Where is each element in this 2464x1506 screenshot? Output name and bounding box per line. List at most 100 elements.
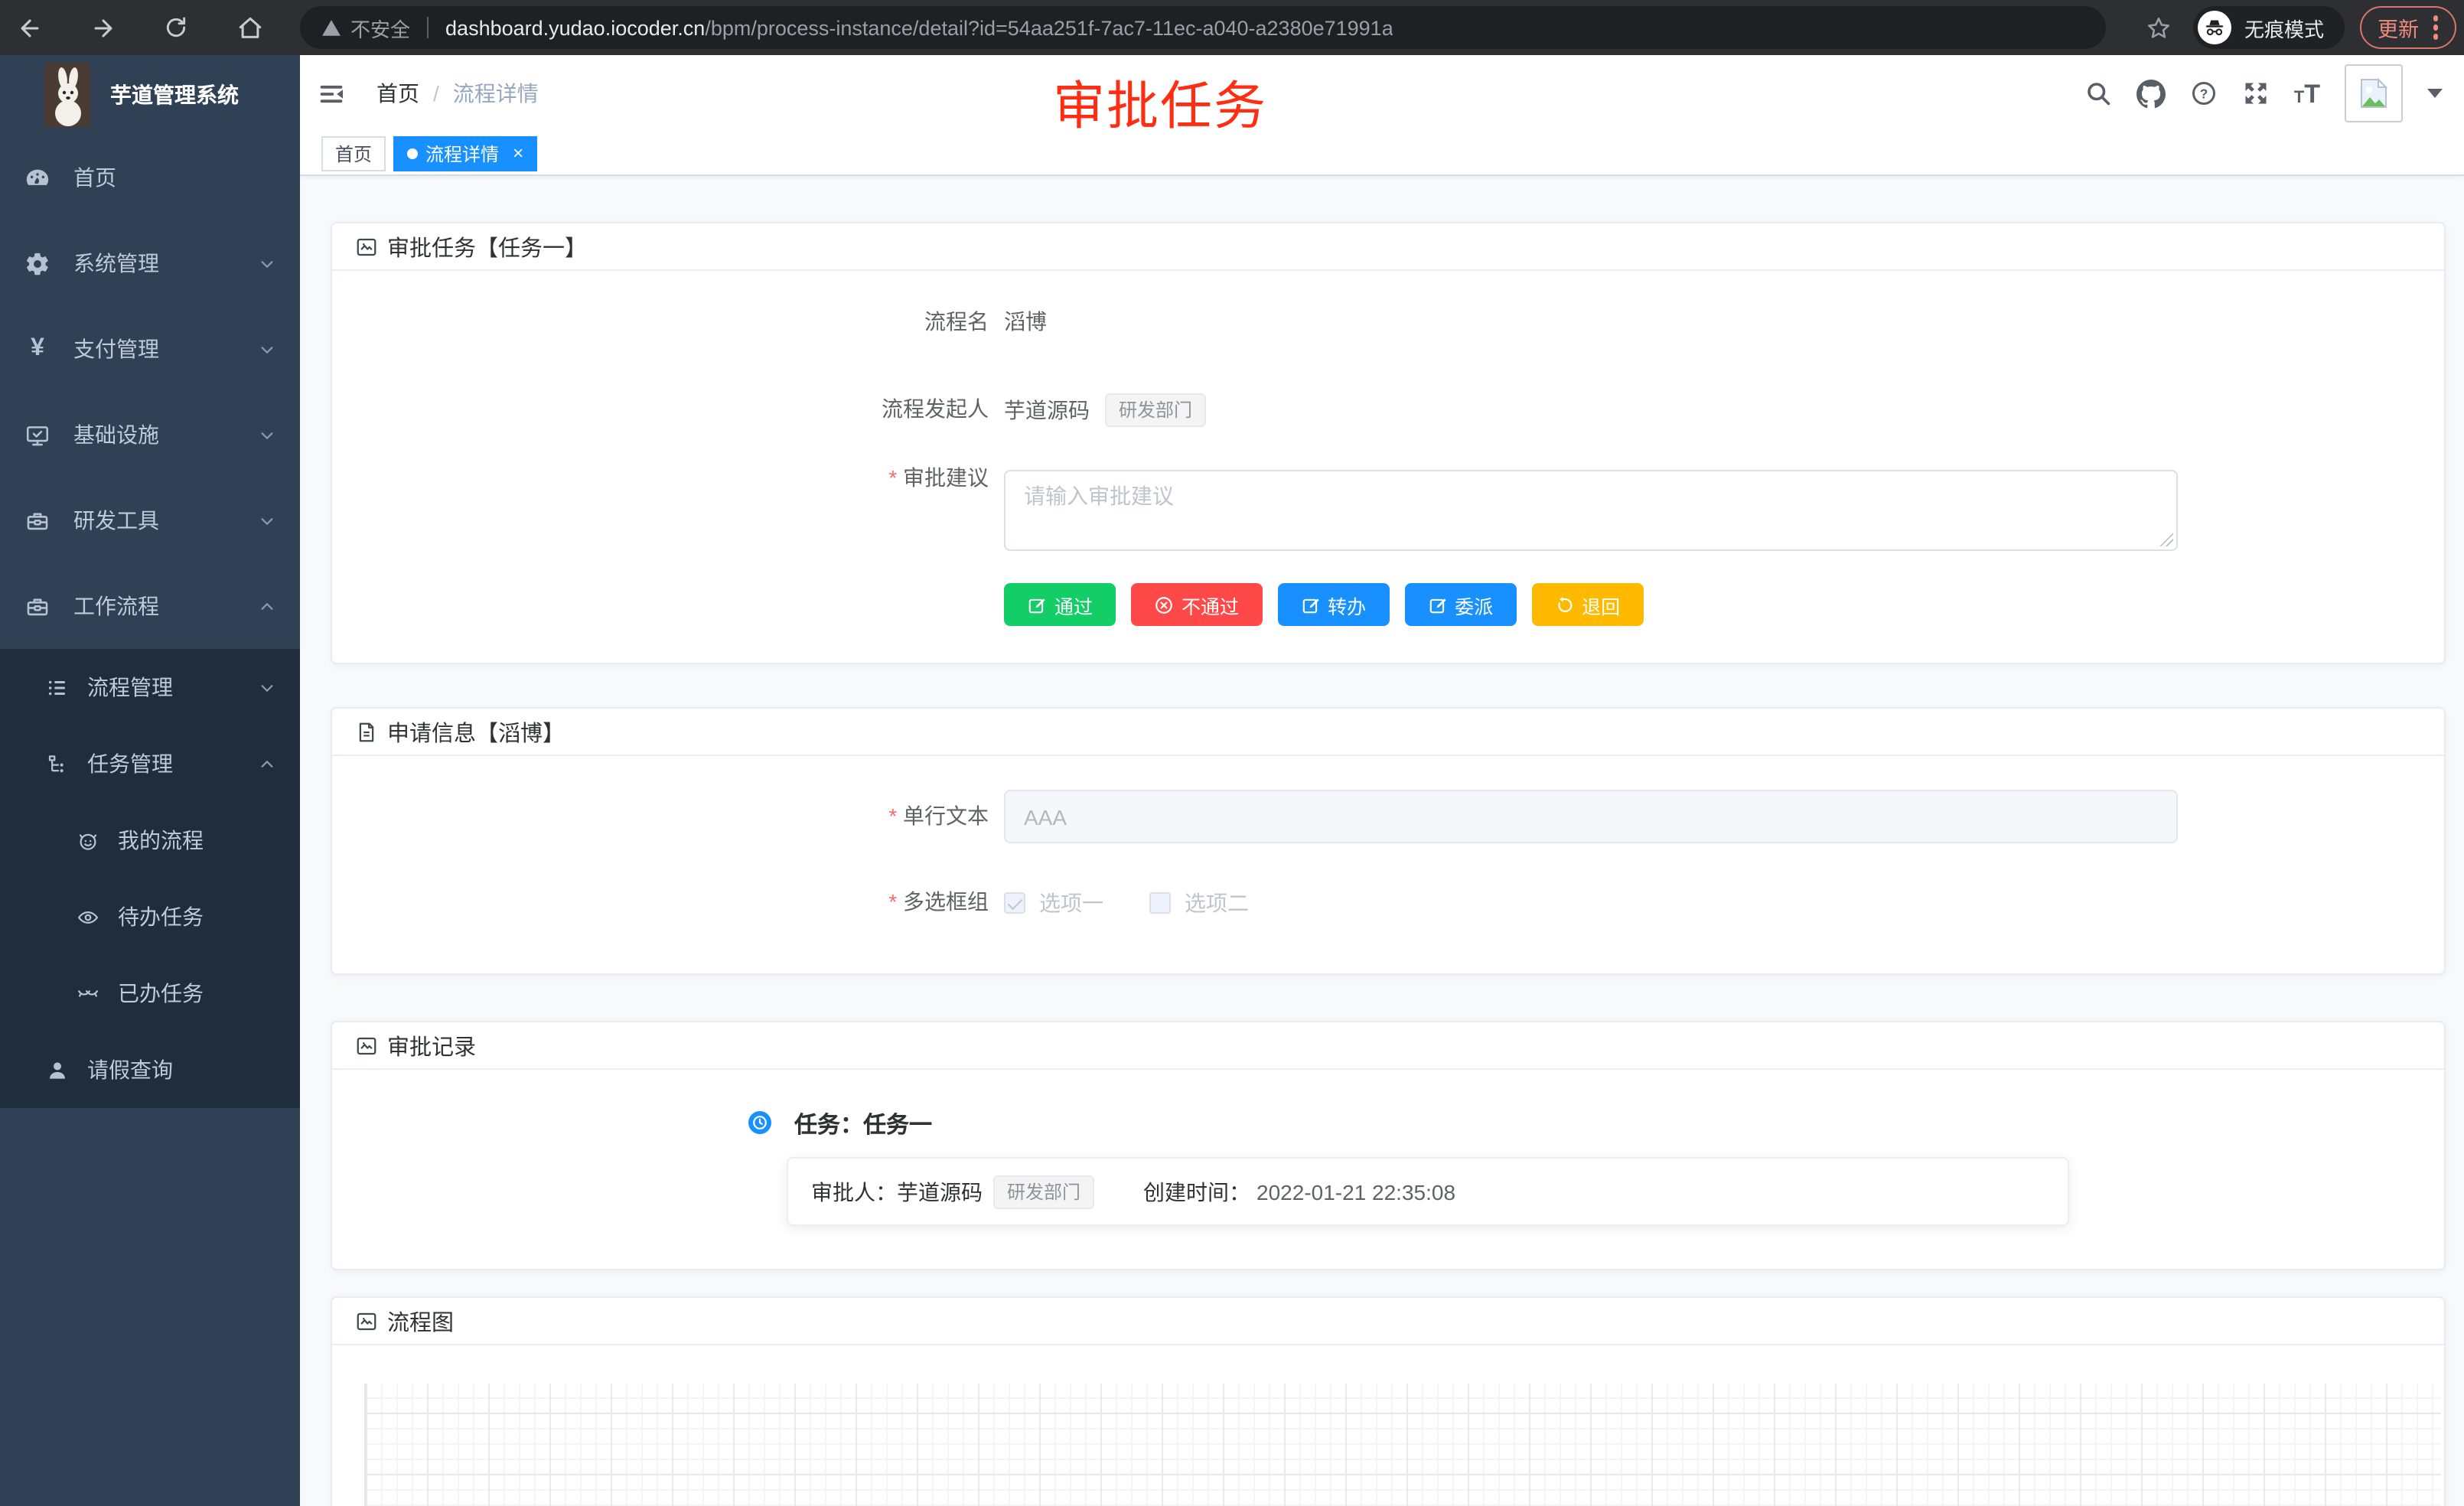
sidebar-item-workflow[interactable]: 工作流程 [0, 563, 300, 649]
bookmark-star-icon[interactable] [2146, 15, 2172, 41]
card-header: 申请信息【滔博】 [332, 709, 2444, 756]
sidebar-item-todo-tasks[interactable]: 待办任务 [0, 878, 300, 955]
tab-label: 流程详情 [425, 140, 499, 166]
card-title: 流程图 [387, 1305, 454, 1337]
breadcrumb-current: 流程详情 [453, 78, 539, 109]
delegate-button[interactable]: 委派 [1404, 583, 1516, 626]
approval-buttons: 通过 不通过 转办 委派 退回 [1004, 583, 1643, 626]
url-path: /bpm/process-instance/detail?id=54aa251f… [705, 16, 1393, 39]
sidebar-collapse-button[interactable] [300, 79, 363, 108]
sidebar-item-home[interactable]: 首页 [0, 135, 300, 220]
suggestion-textarea[interactable] [1004, 470, 2178, 551]
breadcrumb: 首页 / 流程详情 [376, 78, 539, 109]
sidebar-item-label: 首页 [73, 162, 116, 193]
address-bar[interactable]: 不安全 dashboard.yudao.iocoder.cn/bpm/proce… [300, 6, 2106, 49]
close-icon[interactable]: × [513, 144, 523, 162]
browser-right-controls: 无痕模式 更新 [2146, 6, 2456, 49]
breadcrumb-home[interactable]: 首页 [376, 78, 419, 109]
tab-process-detail[interactable]: 流程详情 × [393, 135, 537, 171]
sidebar-item-label: 已办任务 [118, 978, 204, 1009]
picture-icon [355, 1034, 378, 1057]
person-icon [46, 1058, 69, 1081]
record-task-title: 任务：任务一 [794, 1108, 932, 1140]
forward-button[interactable] [77, 5, 129, 51]
apply-info-card: 申请信息【滔博】 单行文本 多选框组 选项一 选项二 [331, 707, 2446, 975]
tree-list-icon [46, 676, 69, 699]
approval-task-card: 审批任务【任务一】 流程名 滔博 流程发起人 芋道源码 研发部门 审批建议 通过 [331, 222, 2446, 664]
checkbox-option1-label: 选项一 [1039, 888, 1103, 918]
picture-icon [355, 235, 378, 258]
chrome-update-button[interactable]: 更新 [2359, 6, 2456, 49]
browser-nav-buttons [0, 5, 275, 51]
card-header: 流程图 [332, 1298, 2444, 1345]
logo-image [44, 63, 90, 127]
sidebar-logo[interactable]: 芋道管理系统 [0, 55, 300, 135]
update-label: 更新 [2378, 12, 2419, 43]
return-button[interactable]: 退回 [1531, 583, 1643, 626]
monitor-icon [24, 422, 51, 448]
incognito-label: 无痕模式 [2244, 13, 2324, 42]
checkbox-option2[interactable] [1149, 892, 1171, 914]
reject-button[interactable]: 不通过 [1131, 583, 1262, 626]
transfer-button[interactable]: 转办 [1277, 583, 1389, 626]
home-icon [236, 15, 262, 41]
single-text-label: 单行文本 [332, 800, 989, 831]
browser-menu-icon[interactable] [2433, 16, 2438, 40]
robot-icon [77, 829, 99, 852]
incognito-badge: 无痕模式 [2194, 6, 2344, 49]
chevron-down-icon [259, 426, 275, 443]
sidebar: 芋道管理系统 首页 系统管理 ¥ 支付管理 基础设施 研发工具 [0, 55, 300, 1506]
checkbox-option1[interactable] [1004, 892, 1025, 914]
sidebar-item-label: 任务管理 [87, 748, 173, 779]
tree-icon [46, 752, 69, 775]
dashboard-icon [24, 165, 51, 191]
button-label: 不通过 [1181, 590, 1239, 619]
reload-icon [164, 15, 188, 40]
avatar[interactable] [2345, 64, 2403, 122]
help-icon[interactable]: ? [2190, 80, 2218, 107]
github-icon[interactable] [2136, 79, 2166, 108]
sidebar-item-leave-query[interactable]: 请假查询 [0, 1032, 300, 1108]
annotation-overlay: 审批任务 [1053, 64, 1267, 139]
app-title: 芋道管理系统 [110, 80, 239, 110]
approver-name: 芋道源码 [897, 1176, 983, 1207]
dept-tag: 研发部门 [1105, 393, 1206, 427]
sidebar-item-done-tasks[interactable]: 已办任务 [0, 955, 300, 1032]
chevron-up-icon [259, 598, 275, 614]
sidebar-item-my-process[interactable]: 我的流程 [0, 802, 300, 878]
incognito-icon [2198, 11, 2232, 44]
card-header: 审批记录 [332, 1022, 2444, 1070]
card-title: 审批记录 [387, 1029, 476, 1061]
security-status[interactable]: 不安全 [321, 13, 410, 42]
back-button[interactable] [3, 5, 55, 51]
tab-home[interactable]: 首页 [321, 135, 386, 171]
search-icon[interactable] [2084, 80, 2112, 107]
sidebar-item-payment[interactable]: ¥ 支付管理 [0, 306, 300, 392]
address-divider [427, 17, 429, 38]
approve-button[interactable]: 通过 [1004, 583, 1116, 626]
reload-button[interactable] [150, 5, 202, 51]
avatar-caret-icon[interactable] [2427, 89, 2443, 98]
yen-icon: ¥ [24, 336, 51, 362]
sidebar-item-process-mgmt[interactable]: 流程管理 [0, 649, 300, 725]
sidebar-item-devtools[interactable]: 研发工具 [0, 478, 300, 563]
circle-close-icon [1154, 595, 1174, 614]
sidebar-item-label: 我的流程 [118, 825, 204, 856]
browser-toolbar: 不安全 dashboard.yudao.iocoder.cn/bpm/proce… [0, 0, 2464, 55]
picture-icon [355, 1309, 378, 1332]
url-domain: dashboard.yudao.iocoder.cn [445, 16, 705, 39]
sidebar-item-label: 流程管理 [87, 672, 173, 702]
sidebar-item-system[interactable]: 系统管理 [0, 220, 300, 306]
button-label: 转办 [1328, 590, 1366, 619]
home-button[interactable] [223, 5, 275, 51]
font-size-icon[interactable]: TT [2294, 80, 2320, 106]
bpmn-diagram-canvas[interactable] [364, 1384, 2441, 1506]
page-url[interactable]: dashboard.yudao.iocoder.cn/bpm/process-i… [445, 16, 1393, 39]
button-label: 委派 [1455, 590, 1493, 619]
single-text-input[interactable] [1004, 790, 2178, 843]
fullscreen-icon[interactable] [2242, 80, 2270, 107]
tab-active-dot [407, 148, 418, 158]
record-detail-box: 审批人： 芋道源码 研发部门 创建时间： 2022-01-21 22:35:08 [787, 1157, 2069, 1226]
sidebar-item-task-mgmt[interactable]: 任务管理 [0, 725, 300, 802]
sidebar-item-infra[interactable]: 基础设施 [0, 392, 300, 478]
